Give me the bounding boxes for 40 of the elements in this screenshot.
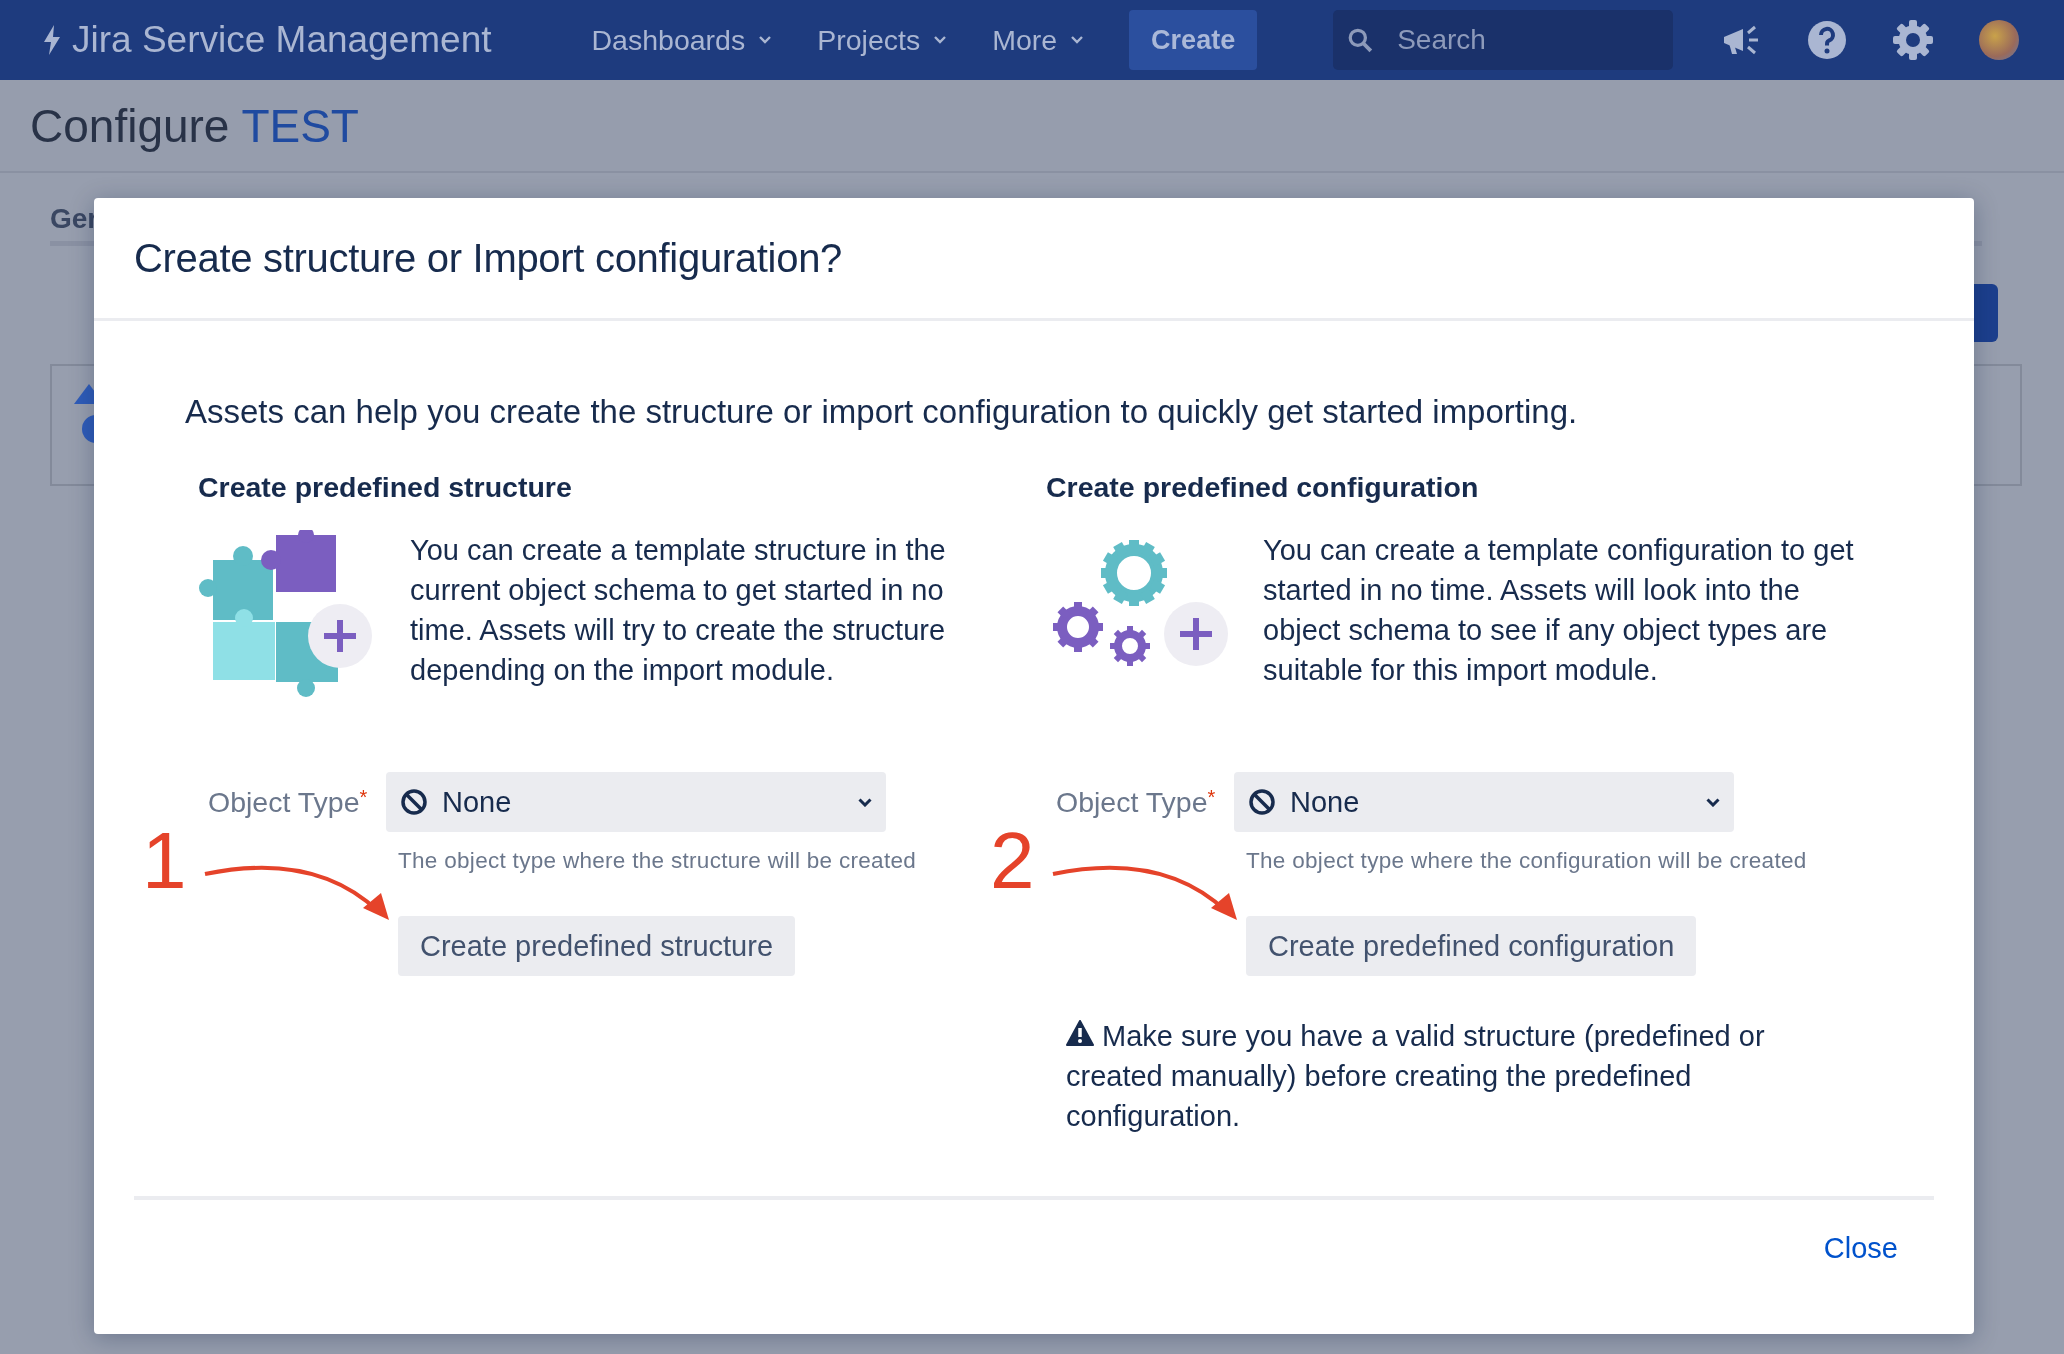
helper-text: The object type where the structure will be created xyxy=(398,848,918,874)
annotation-number: 2 xyxy=(990,821,1035,901)
section-heading: Create predefined configuration xyxy=(1046,471,1480,504)
dialog-title: Create structure or Import configuration? xyxy=(134,235,843,281)
select-value: None xyxy=(1290,785,1361,819)
none-icon xyxy=(1248,788,1276,816)
chevron-down-icon xyxy=(934,36,947,44)
none-icon xyxy=(400,788,428,816)
description-text: You can create a template structure in the current object schema to get started in no time. Assets will try to create the structure depending on the import module. xyxy=(410,533,947,688)
field-label: Object Type* xyxy=(207,785,369,819)
bolt-icon xyxy=(42,25,62,55)
section-tab[interactable]: Ger xyxy=(50,203,99,234)
chevron-down-icon xyxy=(1071,36,1084,44)
description-text: You can create a template configuration to get started in no time. Assets will look into the object schema to see if any object types are suitable for this import module. xyxy=(1263,533,1855,688)
intro-text: Assets can help you create the structure or import configuration to quickly get started importing. xyxy=(185,393,1579,431)
page-title: Configure TEST xyxy=(30,98,359,153)
warning-icon xyxy=(1066,1020,1094,1046)
helper-text: The object type where the configuration will be created xyxy=(1246,848,1808,874)
nav-menu[interactable]: Dashboards xyxy=(583,23,780,57)
chevron-down-icon xyxy=(1706,797,1720,807)
section-heading: Create predefined structure xyxy=(198,471,573,504)
annotation-number: 1 xyxy=(142,821,187,901)
help-icon[interactable] xyxy=(1807,20,1848,60)
chevron-down-icon xyxy=(759,36,772,44)
settings-icon[interactable] xyxy=(1893,20,1934,60)
search-field[interactable]: Search xyxy=(1333,10,1674,70)
close-link[interactable]: Close xyxy=(1823,1232,1898,1265)
create-button[interactable]: Create predefined structure xyxy=(398,916,796,976)
create-button[interactable]: Create xyxy=(1129,10,1258,70)
chevron-down-icon xyxy=(858,797,872,807)
warning-text: Make sure you have a valid structure (predefined or created manually) before creating the predefined configuration. xyxy=(1066,1019,1766,1134)
avatar[interactable] xyxy=(1979,20,2020,60)
nav-menu[interactable]: More xyxy=(984,23,1092,57)
create-button[interactable]: Create predefined configuration xyxy=(1246,916,1697,976)
object-type-select[interactable]: None xyxy=(386,772,886,832)
product-name[interactable]: Jira Service Management xyxy=(72,19,492,61)
field-label: Object Type* xyxy=(1055,785,1217,819)
nav-menu[interactable]: Projects xyxy=(809,23,955,57)
object-type-select[interactable]: None xyxy=(1234,772,1734,832)
select-value: None xyxy=(442,785,513,819)
